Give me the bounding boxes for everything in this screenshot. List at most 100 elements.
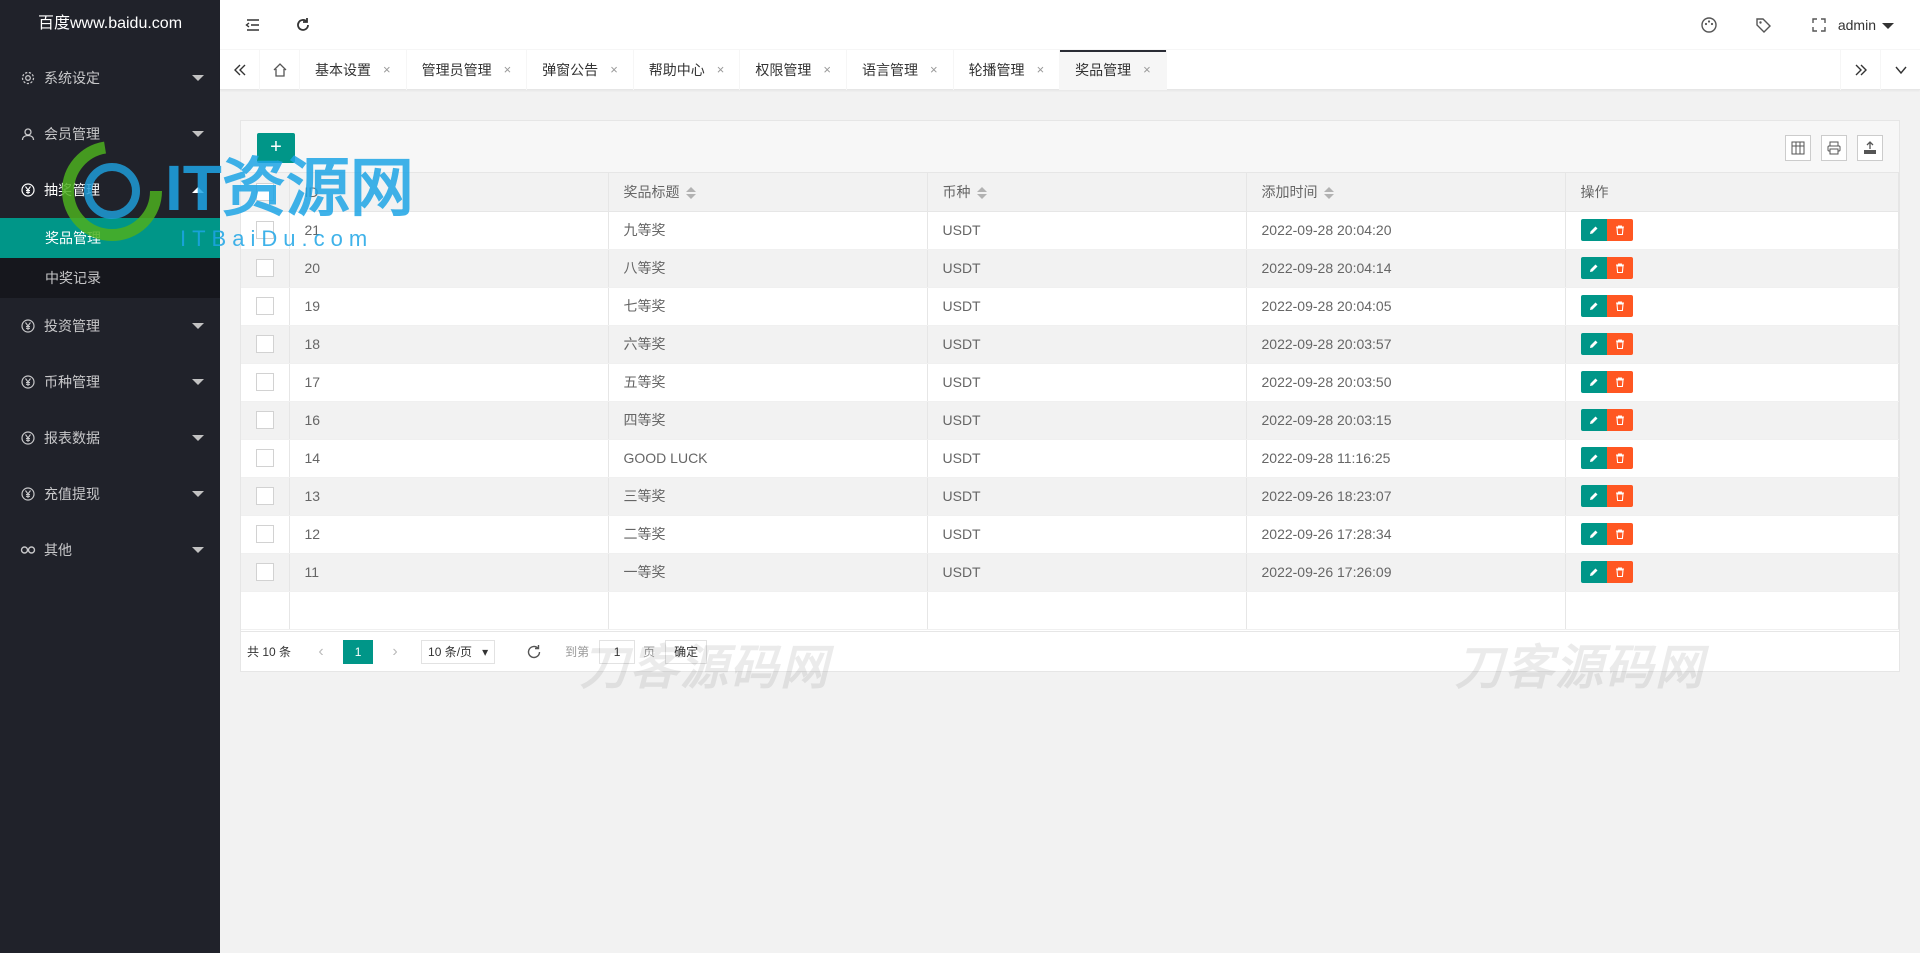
- delete-button[interactable]: [1606, 409, 1633, 431]
- tab-6[interactable]: 轮播管理 ×: [954, 50, 1061, 90]
- close-icon[interactable]: ×: [717, 50, 725, 90]
- row-checkbox[interactable]: [256, 449, 274, 468]
- edit-button[interactable]: [1580, 561, 1607, 583]
- row-checkbox[interactable]: [256, 221, 274, 240]
- tab-5[interactable]: 语言管理 ×: [847, 50, 954, 90]
- sidebar-item-5[interactable]: 报表数据: [0, 410, 220, 466]
- current-page[interactable]: 1: [343, 639, 374, 664]
- cell-time: 2022-09-28 20:04:05: [1246, 287, 1566, 326]
- tab-home[interactable]: [260, 50, 300, 90]
- close-icon[interactable]: ×: [1037, 50, 1045, 90]
- row-checkbox[interactable]: [256, 563, 274, 582]
- sort-icon[interactable]: [976, 186, 987, 200]
- edit-button[interactable]: [1580, 485, 1607, 507]
- tab-4[interactable]: 权限管理 ×: [740, 50, 847, 90]
- delete-button[interactable]: [1606, 485, 1633, 507]
- tab-1[interactable]: 管理员管理 ×: [407, 50, 528, 90]
- tabs-scroll-right-button[interactable]: [1840, 50, 1880, 90]
- edit-button[interactable]: [1580, 523, 1607, 545]
- refresh-button[interactable]: [278, 0, 328, 50]
- app-logo[interactable]: 百度www.baidu.com: [0, 0, 220, 50]
- select-all-checkbox[interactable]: [256, 182, 274, 201]
- submenu-item[interactable]: 奖品管理: [0, 218, 220, 258]
- edit-button[interactable]: [1580, 295, 1607, 317]
- pagination: 共 10 条 ‹ 1 › 10 条/页 ▾ 到第 1 页 确定: [241, 631, 1899, 671]
- prev-page-button[interactable]: ‹: [307, 643, 335, 661]
- row-checkbox[interactable]: [256, 259, 274, 278]
- header-currency[interactable]: 币种: [927, 173, 1247, 212]
- delete-button[interactable]: [1606, 523, 1633, 545]
- tab-7[interactable]: 奖品管理 ×: [1060, 50, 1167, 90]
- add-prize-button[interactable]: +: [257, 133, 295, 163]
- sidebar-item-7[interactable]: 其他: [0, 522, 220, 578]
- sidebar-item-2[interactable]: 抽奖管理: [0, 162, 220, 218]
- cell-title: 四等奖: [608, 401, 928, 440]
- columns-filter-button[interactable]: [1785, 135, 1811, 161]
- close-icon[interactable]: ×: [930, 50, 938, 90]
- sidebar-item-0[interactable]: 系统设定: [0, 50, 220, 106]
- row-checkbox[interactable]: [256, 411, 274, 430]
- page-size-select[interactable]: 10 条/页 ▾: [421, 639, 496, 664]
- tab-3[interactable]: 帮助中心 ×: [634, 50, 741, 90]
- row-checkbox[interactable]: [256, 373, 274, 392]
- sort-icon[interactable]: [685, 186, 696, 200]
- edit-button[interactable]: [1580, 333, 1607, 355]
- header-id[interactable]: ID: [289, 173, 609, 212]
- print-button[interactable]: [1821, 135, 1847, 161]
- next-page-button[interactable]: ›: [381, 643, 409, 661]
- delete-button[interactable]: [1606, 257, 1633, 279]
- table-header-row: ID 奖品标题 币种 添加时间 操作: [241, 173, 1899, 212]
- sidebar-item-1[interactable]: 会员管理: [0, 106, 220, 162]
- tabs-menu-button[interactable]: [1880, 50, 1920, 90]
- row-checkbox[interactable]: [256, 297, 274, 316]
- menu-toggle-button[interactable]: [228, 0, 278, 50]
- goto-confirm-button[interactable]: 确定: [665, 639, 708, 664]
- header-title[interactable]: 奖品标题: [608, 173, 928, 212]
- row-checkbox-cell: [241, 401, 290, 440]
- edit-button[interactable]: [1580, 257, 1607, 279]
- close-icon[interactable]: ×: [504, 50, 512, 90]
- cell-id: 18: [289, 325, 609, 364]
- sort-icon[interactable]: [1323, 186, 1334, 200]
- tabs-scroll-left-button[interactable]: [220, 50, 260, 90]
- tab-2[interactable]: 弹窗公告 ×: [527, 50, 634, 90]
- close-icon[interactable]: ×: [1143, 50, 1151, 90]
- delete-button[interactable]: [1606, 219, 1633, 241]
- delete-button[interactable]: [1606, 333, 1633, 355]
- delete-button[interactable]: [1606, 371, 1633, 393]
- edit-button[interactable]: [1580, 371, 1607, 393]
- delete-button[interactable]: [1606, 447, 1633, 469]
- close-icon[interactable]: ×: [823, 50, 831, 90]
- table-filler-row: [241, 591, 1899, 630]
- user-menu[interactable]: admin: [1838, 0, 1894, 50]
- edit-button[interactable]: [1580, 219, 1607, 241]
- row-checkbox[interactable]: [256, 487, 274, 506]
- row-checkbox[interactable]: [256, 525, 274, 544]
- sidebar-item-label: 抽奖管理: [44, 182, 100, 198]
- fullscreen-button[interactable]: [1794, 0, 1844, 50]
- delete-button[interactable]: [1606, 295, 1633, 317]
- submenu-item[interactable]: 中奖记录: [0, 258, 220, 298]
- goto-page-input[interactable]: 1: [599, 639, 636, 664]
- export-button[interactable]: [1857, 135, 1883, 161]
- close-icon[interactable]: ×: [383, 50, 391, 90]
- cell-currency: USDT: [927, 553, 1247, 592]
- filler-cell: [241, 591, 290, 630]
- tag-button[interactable]: [1739, 0, 1789, 50]
- sidebar-item-4[interactable]: 币种管理: [0, 354, 220, 410]
- edit-button[interactable]: [1580, 447, 1607, 469]
- sidebar-item-3[interactable]: 投资管理: [0, 298, 220, 354]
- tab-label: 轮播管理: [968, 62, 1025, 78]
- sidebar-item-6[interactable]: 充值提现: [0, 466, 220, 522]
- cell-id: 14: [289, 439, 609, 478]
- pager-refresh-button[interactable]: [525, 643, 543, 661]
- row-checkbox-cell: [241, 477, 290, 516]
- header-time[interactable]: 添加时间: [1246, 173, 1566, 212]
- delete-button[interactable]: [1606, 561, 1633, 583]
- edit-button[interactable]: [1580, 409, 1607, 431]
- row-checkbox[interactable]: [256, 335, 274, 354]
- theme-button[interactable]: [1684, 0, 1734, 50]
- tab-0[interactable]: 基本设置 ×: [300, 50, 407, 90]
- sidebar-menu: 系统设定 会员管理抽奖管理奖品管理 中奖记录 投资管理 币种管理 报表数据 充值提现 其他: [0, 50, 220, 578]
- close-icon[interactable]: ×: [610, 50, 618, 90]
